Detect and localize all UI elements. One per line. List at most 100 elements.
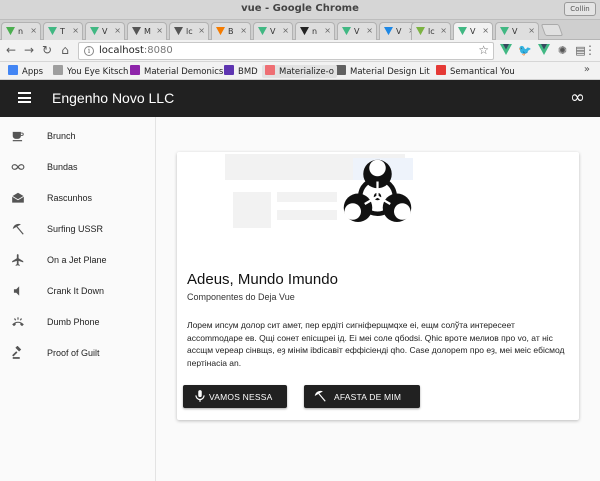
browser-tab[interactable]: n ×: [295, 22, 335, 40]
biohazard-icon: [343, 159, 412, 222]
bookmark-favicon-icon: [436, 65, 446, 75]
nav-item[interactable]: Brunch: [0, 121, 155, 152]
bookmark-item[interactable]: Semantical You: [436, 65, 515, 78]
tab-label: n: [18, 27, 24, 36]
tab-close-icon[interactable]: ×: [114, 26, 121, 35]
tab-close-icon[interactable]: ×: [72, 26, 79, 35]
bookmark-item[interactable]: Material Design Lit: [336, 65, 430, 78]
menu-icon[interactable]: [18, 92, 31, 103]
tab-favicon-icon: [174, 27, 183, 36]
browser-tab[interactable]: B ×: [211, 22, 251, 40]
browser-tab[interactable]: lc ×: [411, 22, 451, 40]
browser-tab[interactable]: V×: [253, 22, 293, 40]
bookmark-favicon-icon: [53, 65, 63, 75]
tab-favicon-icon: [500, 27, 509, 36]
bookmark-item[interactable]: Material Demonics: [130, 65, 223, 78]
tab-strip: n×T×V×M×lc×B×V×n×V×V×lc×V×V×: [0, 20, 600, 41]
bookmark-favicon-icon: [336, 65, 346, 75]
gavel-icon: [12, 346, 22, 359]
tab-close-icon[interactable]: ×: [156, 26, 163, 35]
tab-favicon-icon: [342, 27, 351, 36]
nav-item-label: Surfing USSR: [47, 224, 104, 234]
site-info-icon[interactable]: i: [84, 46, 94, 56]
browser-tab[interactable]: V×: [85, 22, 125, 40]
window-controls[interactable]: Collin: [564, 2, 596, 16]
bookmark-label: Materialize-o: [279, 67, 335, 77]
home-icon[interactable]: ⌂: [58, 43, 72, 57]
content-card: Adeus, Mundo Imundo Componentes do Deja …: [177, 152, 579, 420]
tab-label: V: [470, 27, 476, 36]
browser-tab[interactable]: M ×: [127, 22, 167, 40]
tab-close-icon[interactable]: ×: [366, 26, 373, 35]
nav-item-label: Brunch: [47, 131, 76, 141]
coffee-icon: [12, 131, 24, 142]
nav-item-label: Bundas: [47, 162, 78, 172]
tab-close-icon[interactable]: ×: [440, 26, 447, 35]
bookmark-item[interactable]: BMD: [224, 65, 258, 78]
tab-favicon-icon: [90, 27, 99, 36]
bookmark-favicon-icon: [130, 65, 140, 75]
address-bar[interactable]: i localhost:8080 ☆: [78, 42, 494, 60]
navigation-drawer: Brunch Bundas Rascunhos Surfing USSR On a Je…: [0, 117, 156, 481]
nav-item[interactable]: Crank It Down: [0, 276, 155, 307]
bookmark-star-icon[interactable]: ☆: [478, 43, 489, 57]
tab-favicon-icon: [458, 27, 467, 36]
nav-item[interactable]: Proof of Guilt: [0, 338, 155, 369]
browser-tab[interactable]: n ×: [1, 22, 41, 40]
bookmark-label: Apps: [22, 67, 44, 77]
back-icon[interactable]: ←: [4, 43, 18, 57]
tab-favicon-icon: [6, 27, 15, 36]
nav-item[interactable]: Surfing USSR: [0, 214, 155, 245]
afasta-de-mim-button[interactable]: AFASTA DE MIM: [304, 385, 420, 408]
tab-close-icon[interactable]: ×: [324, 26, 331, 35]
browser-menu-icon[interactable]: ⋮: [584, 43, 596, 57]
main-content: Adeus, Mundo Imundo Componentes do Deja …: [156, 117, 600, 481]
browser-tab[interactable]: lc ×: [169, 22, 209, 40]
vue-ext-icon[interactable]: [537, 44, 550, 57]
browser-tab[interactable]: T ×: [43, 22, 83, 40]
tab-favicon-icon: [216, 27, 225, 36]
nav-item[interactable]: On a Jet Plane: [0, 245, 155, 276]
nav-item[interactable]: Bundas: [0, 152, 155, 183]
bookmark-label: BMD: [238, 67, 258, 77]
tab-label: M: [144, 27, 151, 36]
tab-close-icon[interactable]: ×: [282, 26, 289, 35]
vamos-nessa-label: VAMOS NESSA: [209, 392, 273, 402]
new-tab-button[interactable]: [540, 24, 564, 36]
app-title: Engenho Novo LLC: [52, 90, 175, 106]
browser-tab[interactable]: V×: [495, 22, 539, 40]
web-page: Engenho Novo LLC ∞ Brunch Bundas Rascunhos…: [0, 80, 600, 481]
browser-tab[interactable]: V×: [453, 22, 493, 41]
browser-tab[interactable]: V×: [337, 22, 377, 40]
bookmark-item[interactable]: Apps: [8, 65, 43, 78]
forward-icon[interactable]: →: [22, 43, 36, 57]
tab-close-icon[interactable]: ×: [30, 26, 37, 35]
tab-label: V: [396, 27, 402, 36]
tab-favicon-icon: [300, 27, 309, 36]
infinity-icon: [11, 164, 25, 170]
nav-item[interactable]: Rascunhos: [0, 183, 155, 214]
infinity-icon[interactable]: ∞: [570, 88, 585, 108]
tab-label: V: [354, 27, 360, 36]
tab-favicon-icon: [132, 27, 141, 36]
bookmark-item[interactable]: You Eye Kitsch: [53, 65, 128, 78]
vue-devtools-ext-icon[interactable]: [499, 44, 512, 57]
reload-icon[interactable]: ↻: [40, 43, 54, 57]
address-url[interactable]: localhost:8080: [99, 45, 173, 56]
nav-item[interactable]: Dumb Phone: [0, 307, 155, 338]
beach-umbrella-icon: [314, 390, 326, 402]
tab-close-icon[interactable]: ×: [198, 26, 205, 35]
tab-close-icon[interactable]: ×: [528, 26, 535, 35]
settings-ext-icon[interactable]: ✺: [556, 44, 569, 57]
beach-icon: [12, 223, 24, 235]
airplane-icon: [12, 254, 24, 266]
nav-item-label: On a Jet Plane: [47, 255, 107, 265]
bookmark-item[interactable]: Materialize-o: [262, 65, 338, 78]
bookmark-label: Material Design Lit: [350, 67, 430, 77]
tab-close-icon[interactable]: ×: [482, 26, 489, 35]
twitter-ext-icon[interactable]: 🐦: [518, 44, 532, 57]
vamos-nessa-button[interactable]: VAMOS NESSA: [183, 385, 287, 408]
card-title: Adeus, Mundo Imundo: [187, 271, 338, 288]
tab-close-icon[interactable]: ×: [240, 26, 247, 35]
bookmarks-overflow-icon[interactable]: »: [584, 64, 590, 75]
